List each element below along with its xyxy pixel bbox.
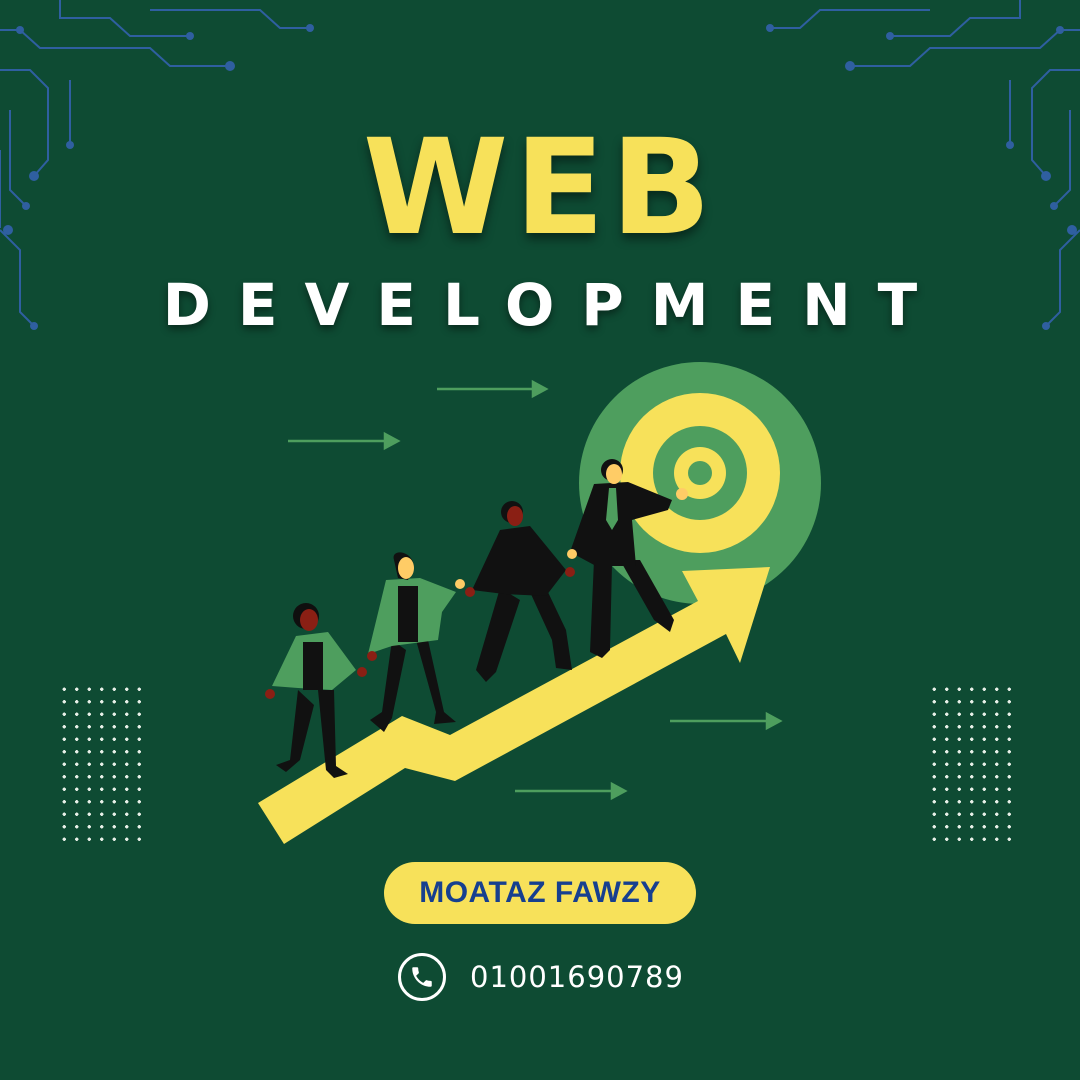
phone-icon [398,953,446,1001]
phone-number: 01001690789 [470,960,684,994]
person-2 [367,552,465,732]
person-3 [465,501,575,682]
contact-row: 01001690789 [398,950,684,1004]
author-name-badge: MOATAZ FAWZY [384,862,696,924]
poster: WEB DEVELOPMENT MOATAZ FAWZY 01001690789 [0,0,1080,1080]
